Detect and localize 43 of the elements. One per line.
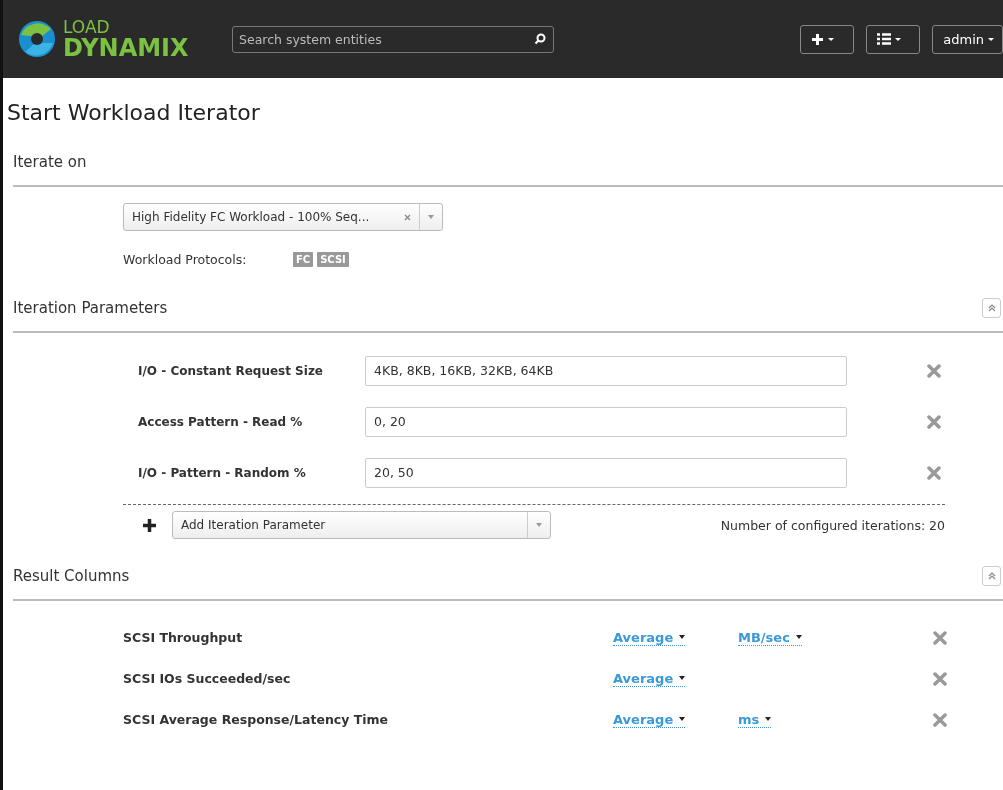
add-menu-button[interactable] xyxy=(800,24,855,54)
remove-icon[interactable] xyxy=(927,363,941,378)
parameter-label: I/O - Constant Request Size xyxy=(138,363,324,378)
section-heading: Iterate on xyxy=(13,153,87,171)
list-menu-button[interactable] xyxy=(866,24,921,54)
user-menu-button[interactable]: admin xyxy=(932,24,1003,54)
caret-icon xyxy=(536,523,542,527)
remove-icon[interactable] xyxy=(933,712,947,727)
double-chevron-up-icon xyxy=(987,304,996,312)
field-label: Workload Protocols: xyxy=(123,252,248,267)
collapse-button[interactable] xyxy=(982,298,1001,318)
add-parameter-select[interactable]: Add Iteration Parameter xyxy=(172,511,551,539)
remove-icon[interactable] xyxy=(927,414,941,429)
plus-icon xyxy=(811,32,825,46)
protocol-tag: SCSI xyxy=(317,252,349,267)
parameter-input[interactable]: 20, 50 xyxy=(365,457,847,488)
list-icon xyxy=(877,33,892,45)
parameter-label: Access Pattern - Read % xyxy=(138,414,304,429)
remove-icon[interactable] xyxy=(933,630,947,645)
protocol-tag: FC xyxy=(293,252,314,267)
section-heading: Iteration Parameters xyxy=(13,299,168,317)
parameter-input[interactable]: 0, 20 xyxy=(365,406,847,437)
search-icon[interactable] xyxy=(534,32,546,45)
result-column-label: SCSI Average Response/Latency Time xyxy=(123,712,390,727)
parameter-input[interactable]: 4KB, 8KB, 16KB, 32KB, 64KB xyxy=(365,355,847,386)
page-title: Start Workload Iterator xyxy=(6,99,261,127)
clear-icon[interactable] xyxy=(404,213,411,221)
iteration-count: Number of configured iterations: 20 xyxy=(719,517,945,533)
remove-icon[interactable] xyxy=(933,671,947,686)
caret-icon xyxy=(428,215,434,219)
result-column-label: SCSI IOs Succeeded/sec xyxy=(123,671,292,686)
remove-icon[interactable] xyxy=(927,465,941,480)
logo-text: DYNAMIX xyxy=(63,35,189,60)
section-heading: Result Columns xyxy=(13,567,130,585)
parameter-label: I/O - Pattern - Random % xyxy=(138,465,307,480)
result-column-label: SCSI Throughput xyxy=(123,630,244,645)
plus-icon[interactable] xyxy=(143,518,156,532)
search-field[interactable]: Search system entities xyxy=(232,25,554,53)
logo-icon xyxy=(17,19,57,59)
collapse-button[interactable] xyxy=(982,566,1001,586)
logo-text: LOAD xyxy=(63,18,111,36)
double-chevron-up-icon xyxy=(987,572,996,580)
workload-select[interactable]: High Fidelity FC Workload - 100% Seq... xyxy=(123,203,443,231)
